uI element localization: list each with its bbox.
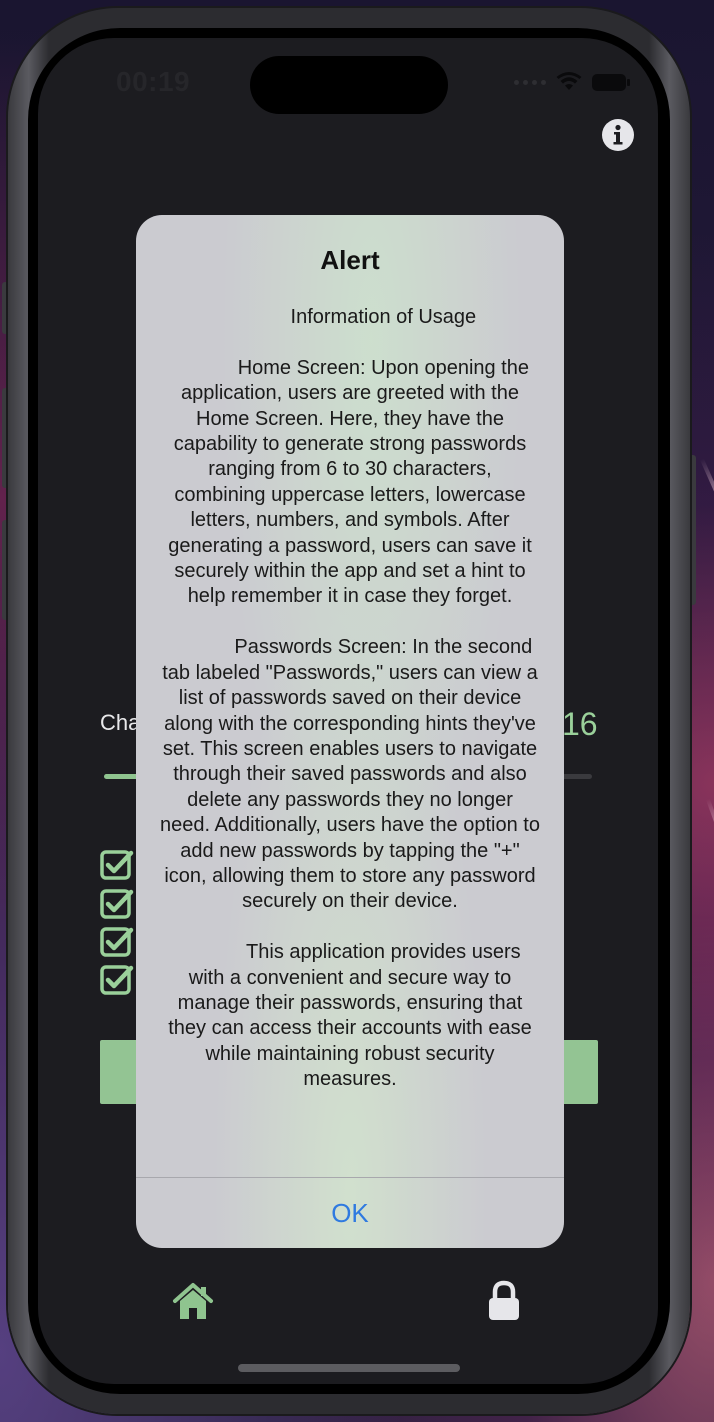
info-circle-icon[interactable] <box>601 118 635 152</box>
lowercase-checkbox[interactable] <box>100 889 134 919</box>
battery-icon <box>592 73 630 91</box>
alert-title: Alert <box>320 245 380 275</box>
signal-icon <box>514 79 546 85</box>
home-indicator[interactable] <box>238 1364 460 1372</box>
light-streak <box>706 798 714 913</box>
lock-icon[interactable] <box>486 1280 522 1322</box>
app-screen: 00:19 Characters 16 <box>38 38 658 1384</box>
light-streak <box>700 458 714 588</box>
status-indicators <box>514 72 630 92</box>
house-icon[interactable] <box>172 1282 214 1322</box>
alert-message: Information of Usage Home Screen: Upon o… <box>160 306 540 1091</box>
uppercase-checkbox[interactable] <box>100 850 134 880</box>
status-time: 00:19 <box>116 66 191 97</box>
ok-button[interactable]: OK <box>136 1178 564 1248</box>
symbols-checkbox[interactable] <box>100 965 134 995</box>
dynamic-island <box>250 56 448 114</box>
alert-dialog: Alert Information of Usage Home Screen: … <box>136 215 564 1248</box>
character-count: 16 <box>562 706 598 742</box>
numbers-checkbox[interactable] <box>100 927 134 957</box>
wifi-icon <box>556 72 582 90</box>
